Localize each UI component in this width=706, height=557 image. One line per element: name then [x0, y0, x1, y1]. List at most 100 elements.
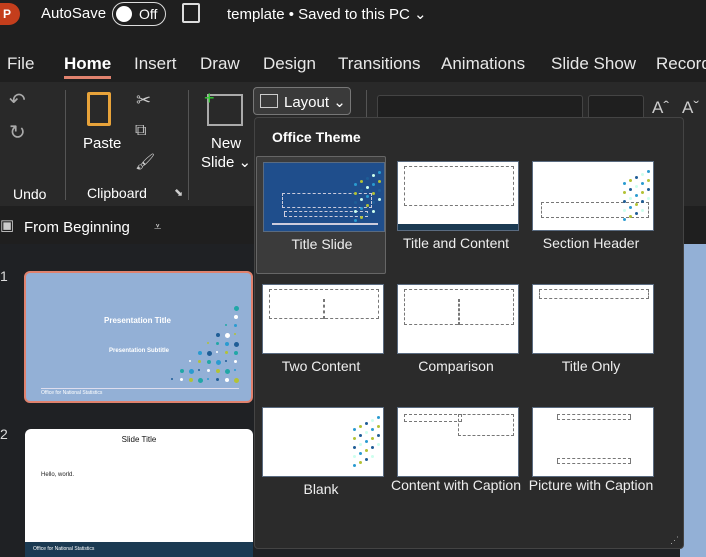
copy-icon[interactable]: ⧉ — [135, 122, 146, 140]
layout-preview — [532, 284, 654, 354]
dot — [207, 351, 212, 356]
resize-grip-icon[interactable]: ⋰ — [670, 535, 679, 546]
presentation-subtitle: Presentation Subtitle — [109, 348, 170, 354]
dot — [234, 324, 237, 327]
layout-label: Title Only — [561, 358, 621, 374]
tab-design[interactable]: Design — [263, 54, 316, 74]
powerpoint-logo-icon: P — [0, 3, 20, 25]
layout-label: Title Slide — [291, 236, 353, 252]
layout-option-title-and-content[interactable]: Title and Content — [391, 156, 521, 274]
slide-number: 2 — [0, 426, 8, 442]
ons-logo: Office for National Statistics — [41, 390, 103, 396]
decrease-font-icon[interactable]: Aˇ — [682, 98, 699, 118]
tab-slide-show[interactable]: Slide Show — [551, 54, 636, 74]
dot — [216, 351, 218, 353]
presenter-icon: ▣ — [0, 217, 15, 234]
from-beginning-button[interactable]: From Beginning — [24, 219, 130, 236]
layout-button[interactable]: Layout ⌄ — [253, 87, 351, 115]
layout-preview — [397, 284, 519, 354]
layout-option-blank[interactable]: Blank — [256, 402, 386, 520]
paste-icon[interactable] — [87, 92, 111, 126]
customize-dropdown-icon[interactable]: ⩡ — [154, 219, 161, 235]
dot — [180, 369, 184, 373]
autosave-toggle[interactable]: Off — [112, 2, 166, 26]
dot — [234, 360, 237, 363]
dot — [234, 315, 238, 319]
slide-thumbnail-1[interactable]: Presentation Title Presentation Subtitle… — [24, 271, 253, 403]
dot — [216, 378, 219, 381]
dot — [234, 342, 239, 347]
clipboard-group-label: Clipboard — [87, 185, 147, 201]
title-bar: P AutoSave Off template • Saved to this … — [0, 0, 706, 34]
tab-file[interactable]: File — [7, 54, 34, 74]
increase-font-icon[interactable]: Aˆ — [652, 98, 669, 118]
dot — [207, 369, 210, 372]
dot — [225, 378, 229, 382]
layout-label: Two Content — [281, 358, 361, 374]
dot — [207, 342, 209, 344]
layout-preview — [532, 407, 654, 477]
layout-option-picture-with-caption[interactable]: Picture with Caption — [526, 402, 656, 520]
dot — [225, 333, 230, 338]
dot — [198, 360, 201, 363]
tab-draw[interactable]: Draw — [200, 54, 240, 74]
dot — [216, 342, 219, 345]
slide-body-text: Hello, world. — [41, 472, 75, 478]
layout-preview — [263, 162, 385, 232]
layout-label: Content with Caption — [391, 477, 521, 493]
layout-label: Section Header — [542, 235, 640, 251]
dot — [225, 324, 227, 326]
paste-button[interactable]: Paste — [83, 135, 121, 152]
dot — [216, 369, 220, 373]
layout-label: Blank — [303, 481, 339, 497]
undo-icon[interactable]: ↶ — [9, 88, 26, 113]
dot — [171, 378, 173, 380]
tab-record[interactable]: Record — [656, 54, 706, 74]
layout-option-content-with-caption[interactable]: Content with Caption — [391, 402, 521, 520]
dot — [234, 369, 236, 371]
dot — [225, 360, 227, 362]
ons-footer: Office for National Statistics — [25, 542, 253, 557]
dot — [225, 342, 229, 346]
layout-option-comparison[interactable]: Comparison — [391, 279, 521, 397]
dot — [180, 378, 183, 381]
save-icon[interactable] — [182, 3, 200, 23]
tab-animations[interactable]: Animations — [441, 54, 525, 74]
layout-label: Picture with Caption — [528, 477, 654, 493]
layout-preview — [532, 161, 654, 231]
new-slide-button[interactable]: New Slide ⌄ — [201, 134, 251, 172]
dot — [189, 369, 194, 374]
layout-label: Title and Content — [402, 235, 510, 251]
dialog-launcher-icon[interactable]: ⬊ — [174, 186, 183, 199]
format-painter-icon[interactable]: 🖌 — [135, 152, 155, 172]
tab-home[interactable]: Home — [64, 54, 112, 79]
slide-thumbnail-2[interactable]: Slide Title Hello, world. Office for Nat… — [25, 429, 253, 557]
layout-preview — [262, 407, 384, 477]
layout-option-title-only[interactable]: Title Only — [526, 279, 656, 397]
layout-label: Comparison — [418, 358, 494, 374]
gallery-heading: Office Theme — [272, 129, 361, 145]
cut-icon[interactable]: ✂ — [136, 90, 151, 111]
layout-preview — [262, 284, 384, 354]
redo-icon[interactable]: ↻ — [9, 120, 26, 145]
dot — [189, 378, 193, 382]
layout-option-two-content[interactable]: Two Content — [256, 279, 386, 397]
undo-group-label: Undo — [13, 186, 47, 202]
dot — [234, 378, 239, 383]
layout-preview — [397, 407, 519, 477]
dot — [216, 360, 221, 365]
layout-option-title-slide[interactable]: Title Slide — [256, 156, 386, 274]
tab-insert[interactable]: Insert — [134, 54, 177, 74]
dot — [198, 351, 202, 355]
dot — [234, 306, 239, 311]
layout-option-section-header[interactable]: Section Header — [526, 156, 656, 274]
layout-gallery: Office Theme Title Slide Title and Conten… — [254, 117, 684, 549]
document-title[interactable]: template • Saved to this PC ⌄ — [227, 5, 427, 23]
new-slide-icon[interactable]: + — [204, 88, 243, 126]
autosave-label: AutoSave — [41, 5, 107, 22]
tab-transitions[interactable]: Transitions — [338, 54, 421, 74]
presentation-title: Presentation Title — [104, 316, 171, 325]
slide-number: 1 — [0, 268, 8, 284]
dot — [189, 360, 191, 362]
dot — [216, 333, 220, 337]
